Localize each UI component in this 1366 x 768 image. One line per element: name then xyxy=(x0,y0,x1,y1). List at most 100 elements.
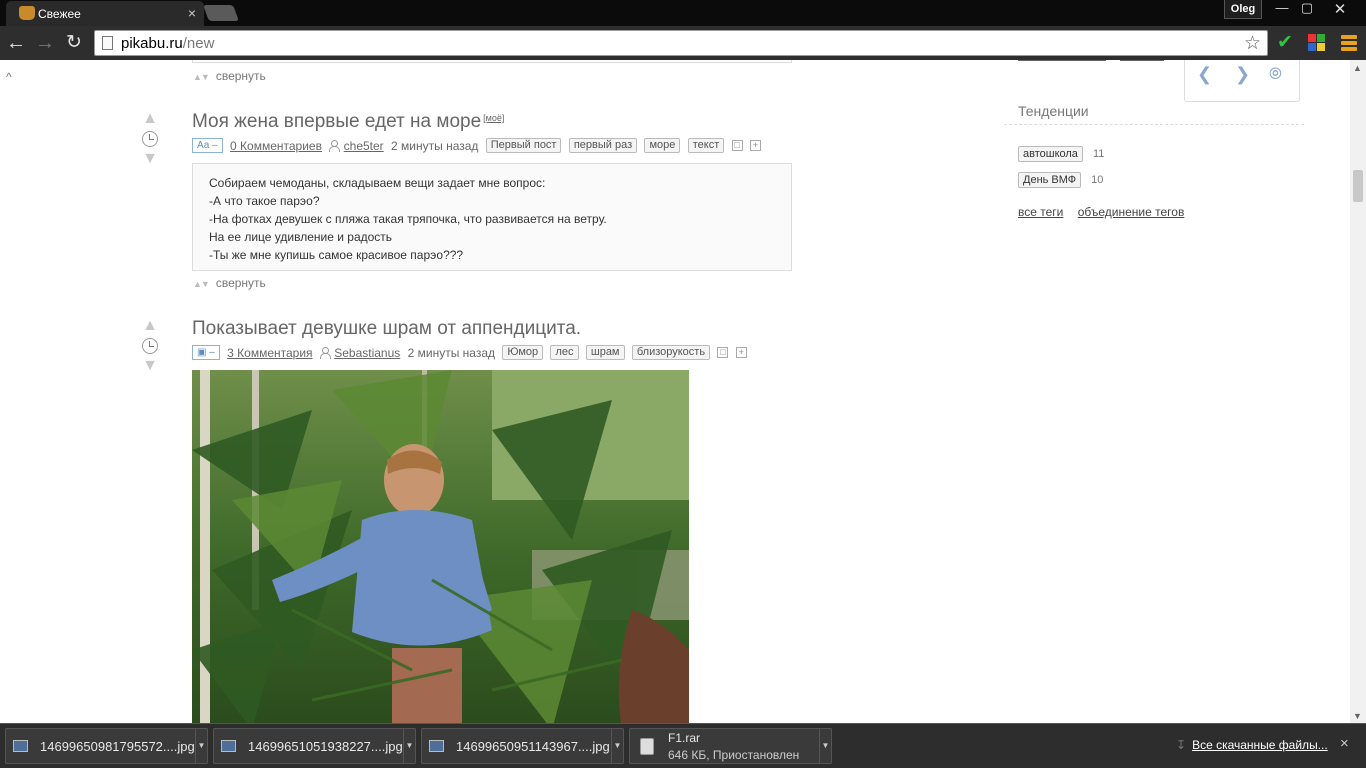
all-downloads-link[interactable]: ↧ Все скачанные файлы... xyxy=(1176,738,1328,752)
post-meta: Аа – 0 Комментариев che5ter 2 минуты наз… xyxy=(192,138,765,154)
eye-hide-icon[interactable]: ⦾ xyxy=(1269,66,1282,84)
mine-label[interactable]: [моё] xyxy=(483,113,504,123)
chevron-right-icon[interactable]: ❯ xyxy=(1235,64,1250,85)
reload-icon[interactable]: ↻ xyxy=(62,31,86,55)
image-file-icon xyxy=(221,740,236,752)
story-line: -Ты же мне купишь самое красивое парэо??… xyxy=(209,248,464,262)
collapse-link[interactable]: ▲▼ свернуть xyxy=(193,69,266,83)
text-post-type-badge[interactable]: Аа – xyxy=(192,138,223,154)
post-meta: ▣ – 3 Комментария Sebastianus 2 минуты н… xyxy=(192,345,751,361)
post-title[interactable]: Показывает девушке шрам от аппендицита. xyxy=(192,318,581,340)
tag[interactable]: шрам xyxy=(585,345,625,361)
post-image[interactable] xyxy=(192,370,689,723)
tag[interactable]: лес xyxy=(550,345,579,361)
address-bar[interactable]: pikabu.ru/new ☆ xyxy=(94,30,1268,56)
expand-plus-icon[interactable]: + xyxy=(749,140,761,152)
back-arrow-icon[interactable]: ← xyxy=(4,31,28,55)
story-line: Собираем чемоданы, складываем вещи задае… xyxy=(209,176,546,190)
comments-link[interactable]: 0 Комментариев xyxy=(230,139,322,153)
tag[interactable]: Первый пост xyxy=(485,138,562,154)
tag[interactable]: первый раз xyxy=(568,138,638,154)
post-time: 2 минуты назад xyxy=(391,138,479,153)
download-shelf: 14699650981795572....jpg ▼ 1469965105193… xyxy=(0,723,1366,768)
trend-item: автошкола 11 xyxy=(1018,146,1104,162)
tag[interactable]: Юмор xyxy=(502,345,544,361)
trend-tag[interactable]: автошкола xyxy=(1018,146,1083,162)
browser-titlebar: Свежее × Oleg — ▢ ✕ xyxy=(0,0,1366,26)
trend-count: 11 xyxy=(1092,148,1105,160)
tab-title: Свежее xyxy=(38,7,81,21)
author-link[interactable]: Sebastianus xyxy=(334,346,400,360)
chrome-menu-icon[interactable] xyxy=(1338,32,1360,54)
download-menu-arrow-icon[interactable]: ▼ xyxy=(195,729,207,763)
shield-extension-icon[interactable]: ✔ xyxy=(1274,32,1296,54)
page-content: ^ ▲▼ свернуть ▲ ▼ Моя жена впервые едет н… xyxy=(0,60,1366,723)
pikabu-favicon-icon xyxy=(19,6,35,20)
download-menu-arrow-icon[interactable]: ▼ xyxy=(819,729,831,763)
vote-panel: ▲ ▼ xyxy=(139,111,161,167)
chevron-left-icon[interactable]: ❮ xyxy=(1197,64,1212,85)
window-close-icon[interactable]: ✕ xyxy=(1320,0,1360,18)
profile-badge[interactable]: Oleg xyxy=(1224,0,1262,19)
scroll-up-arrow-icon[interactable]: ▲ xyxy=(1353,63,1362,73)
all-tags-link[interactable]: все теги xyxy=(1018,205,1063,219)
user-icon xyxy=(329,140,341,153)
tag[interactable]: текст xyxy=(687,138,725,154)
image-file-icon xyxy=(429,740,444,752)
collapse-link[interactable]: ▲▼ свернуть xyxy=(193,276,266,290)
download-arrow-icon: ↧ xyxy=(1176,738,1187,752)
bookmark-star-icon[interactable]: ☆ xyxy=(1244,32,1261,55)
download-menu-arrow-icon[interactable]: ▼ xyxy=(611,729,623,763)
vote-down-icon[interactable]: ▼ xyxy=(139,151,161,167)
trends-divider xyxy=(1004,124,1304,125)
scroll-top-caret-icon[interactable]: ^ xyxy=(6,70,12,84)
vote-up-icon[interactable]: ▲ xyxy=(139,318,161,334)
merge-tags-link[interactable]: объединение тегов xyxy=(1078,205,1185,219)
tag[interactable]: близорукость xyxy=(631,345,711,361)
vote-panel: ▲ ▼ xyxy=(139,318,161,374)
image-file-icon xyxy=(13,740,28,752)
author-link[interactable]: che5ter xyxy=(344,139,384,153)
download-item[interactable]: 14699650981795572....jpg ▼ xyxy=(5,728,208,764)
post-time: 2 минуты назад xyxy=(407,345,495,360)
save-icon[interactable]: □ xyxy=(731,140,743,152)
comments-link[interactable]: 3 Комментария xyxy=(227,346,312,360)
minimize-icon[interactable]: — xyxy=(1270,0,1294,18)
tag[interactable]: море xyxy=(644,138,681,154)
collapse-arrows-icon: ▲▼ xyxy=(193,279,210,289)
browser-tab-active[interactable]: Свежее × xyxy=(6,1,204,26)
vote-down-icon[interactable]: ▼ xyxy=(139,358,161,374)
post-text-body: Собираем чемоданы, складываем вещи задае… xyxy=(192,163,792,271)
user-icon xyxy=(319,347,331,360)
shelf-close-icon[interactable]: × xyxy=(1340,735,1349,752)
page-icon xyxy=(102,36,113,50)
save-icon[interactable]: □ xyxy=(717,347,729,359)
trend-tag[interactable]: День ВМФ xyxy=(1018,172,1082,188)
tab-close-icon[interactable]: × xyxy=(188,5,196,21)
url-text[interactable]: pikabu.ru/new xyxy=(121,35,214,52)
post-title[interactable]: Моя жена впервые едет на море [моё] xyxy=(192,111,504,133)
page-scrollbar[interactable]: ▲ ▼ xyxy=(1350,60,1366,723)
extension-grid-icon[interactable] xyxy=(1306,32,1328,54)
vote-up-icon[interactable]: ▲ xyxy=(139,111,161,127)
previous-post-box xyxy=(192,60,792,63)
forward-arrow-icon[interactable]: → xyxy=(33,31,57,55)
scroll-down-arrow-icon[interactable]: ▼ xyxy=(1353,711,1362,721)
download-item[interactable]: 14699651051938227....jpg ▼ xyxy=(213,728,416,764)
story-line: На ее лице удивление и радость xyxy=(209,230,393,244)
forest-photo-image xyxy=(192,370,689,723)
expand-plus-icon[interactable]: + xyxy=(735,347,747,359)
story-line: -На фотках девушек с пляжа такая тряпочк… xyxy=(209,212,607,226)
sidebar-links: все теги объединение тегов xyxy=(1018,205,1195,219)
download-item-paused[interactable]: F1.rar 646 КБ, Приостановлен ▼ xyxy=(629,728,832,764)
trend-item: День ВМФ 10 xyxy=(1018,172,1103,188)
archive-file-icon xyxy=(640,738,654,755)
download-menu-arrow-icon[interactable]: ▼ xyxy=(403,729,415,763)
image-post-type-badge[interactable]: ▣ – xyxy=(192,345,220,361)
story-line: -А что такое парэо? xyxy=(209,194,320,208)
clock-icon xyxy=(142,131,158,147)
new-tab-button[interactable] xyxy=(203,5,239,21)
restore-icon[interactable]: ▢ xyxy=(1295,0,1319,18)
download-item[interactable]: 14699650951143967....jpg ▼ xyxy=(421,728,624,764)
scrollbar-thumb[interactable] xyxy=(1353,170,1363,202)
